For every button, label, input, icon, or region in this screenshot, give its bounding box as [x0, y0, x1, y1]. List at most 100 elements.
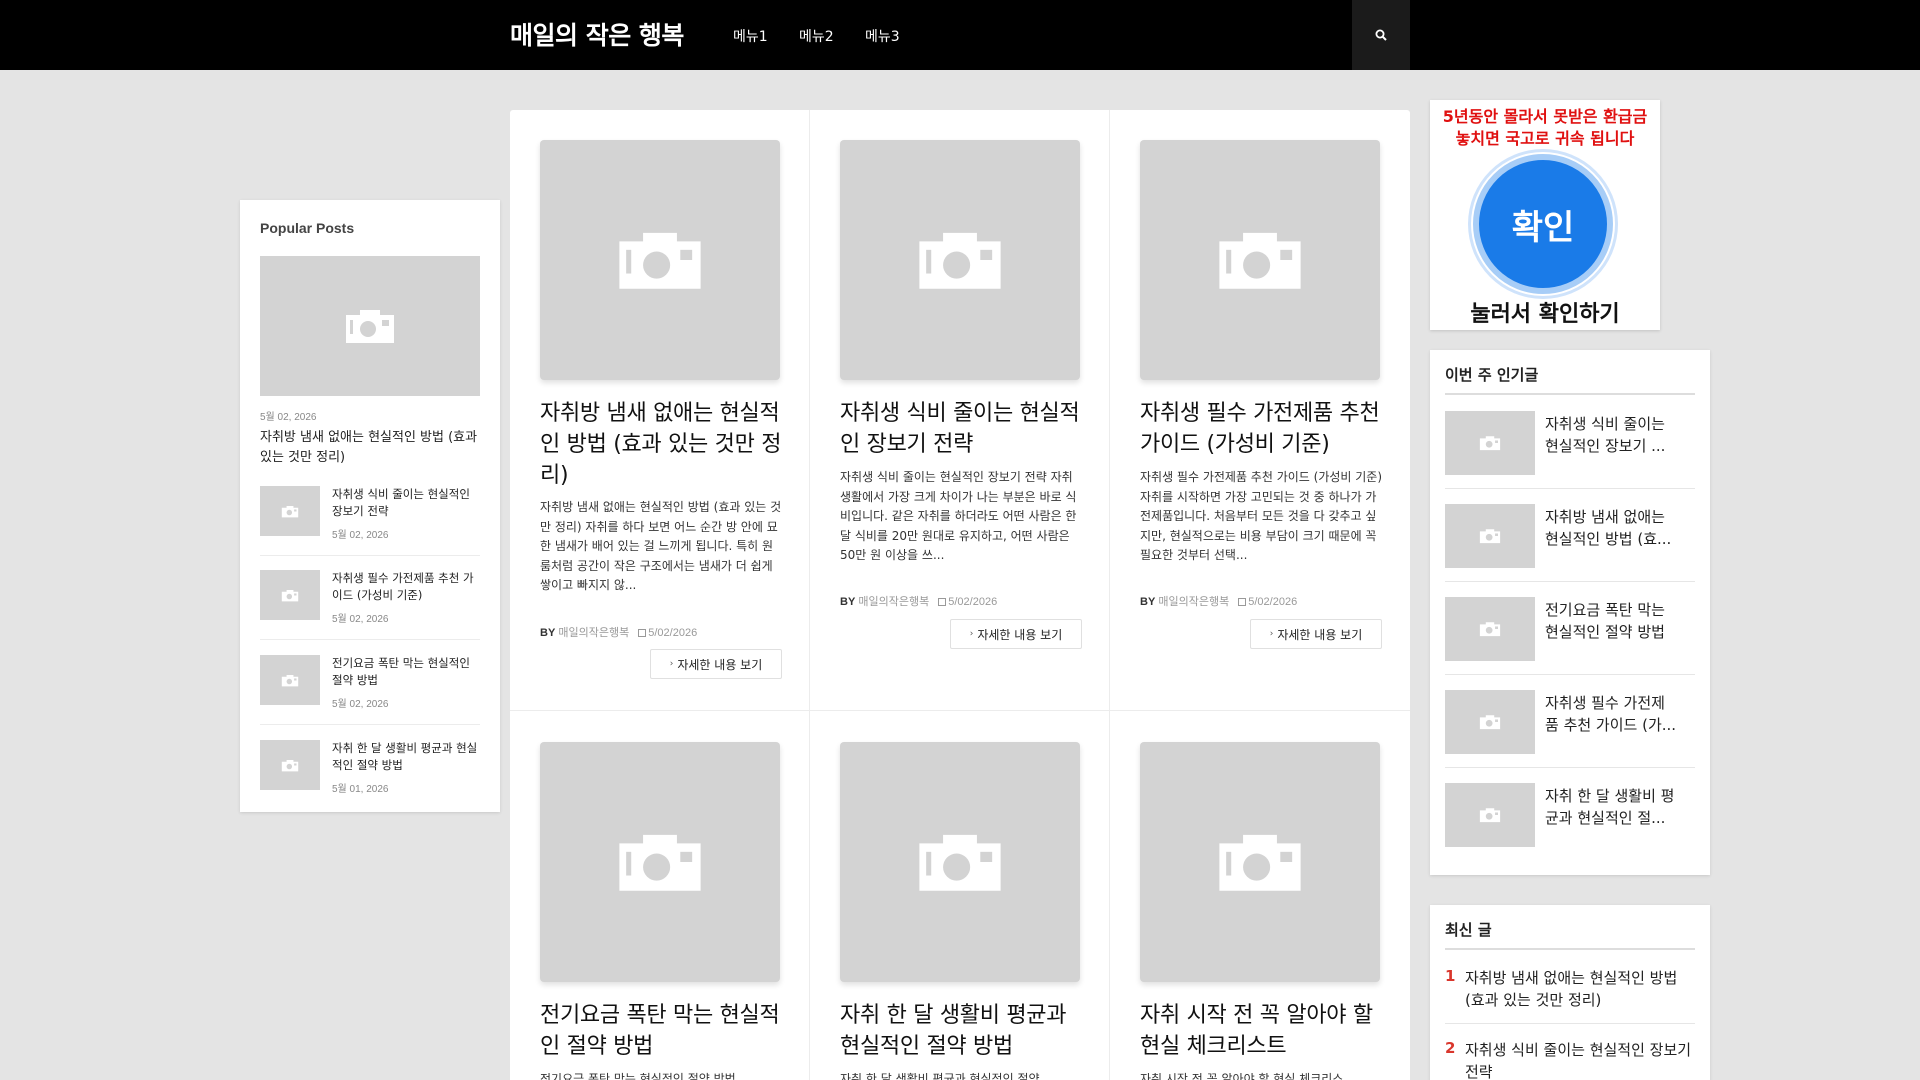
post-title[interactable]: 자취 시작 전 꼭 알아야 할 현실 체크리스트 [1140, 1000, 1382, 1062]
post-title[interactable]: 자취방 냄새 없애는 현실적인 방법 (효과 있는 것만 정리) [540, 398, 782, 491]
camera-icon [619, 834, 701, 891]
divider [510, 710, 1410, 711]
post-excerpt: 자취 한 달 생활비 평균과 현실적인 절약 [840, 1072, 1040, 1080]
post-title[interactable]: 자취 한 달 생활비 평균과 현실적인 절약 방법 [840, 1000, 1082, 1062]
featured-post-title[interactable]: 자취방 냄새 없애는 현실적인 방법 (효과 있는 것만 정리) [260, 428, 484, 468]
camera-icon [1219, 834, 1301, 891]
camera-icon [1479, 622, 1501, 637]
calendar-icon [638, 629, 647, 637]
chevron-right-icon: › [669, 659, 674, 669]
post-date: 5월 02, 2026 [332, 614, 389, 625]
post-author[interactable]: 매일의작은행복 [1158, 596, 1229, 608]
popular-posts-widget: Popular Posts 5월 02, 2026 자취방 냄새 없애는 현실적… [240, 200, 500, 812]
post-title[interactable]: 자취방 냄새 없애는 현실적인 방법 (효과 있는 것만 정리) [1465, 967, 1695, 1011]
post-title[interactable]: 자취 한 달 생활비 평균과 현실적인 절약 방법 [332, 740, 482, 774]
post-date: 5/02/2026 [948, 596, 998, 608]
divider [1445, 948, 1695, 950]
list-item[interactable]: 자취생 필수 가전제품 추천 가이드 (가성비 기준) 5월 02, 2026 [260, 570, 480, 634]
ad-banner[interactable]: 5년동안 몰라서 못받은 환급금 놓치면 국고로 귀속 됩니다 확인 눌러서 확… [1430, 100, 1660, 330]
camera-icon [346, 310, 394, 343]
post-title[interactable]: 전기요금 폭탄 막는 현실적인 절약 방법 [332, 655, 482, 689]
widget-title: Popular Posts [260, 220, 355, 236]
read-more-button[interactable]: › 자세한 내용 보기 [1250, 619, 1382, 649]
post-title[interactable]: 자취생 식비 줄이는 현실적인 장보기 전략 [1465, 1039, 1695, 1080]
featured-post-thumbnail[interactable] [260, 256, 480, 396]
post-thumbnail[interactable] [1445, 783, 1535, 847]
chevron-right-icon: › [969, 629, 974, 639]
ad-subheadline: 놓치면 국고로 귀속 됩니다 [1455, 129, 1635, 148]
post-thumbnail[interactable] [1140, 742, 1380, 982]
post-thumbnail[interactable] [840, 742, 1080, 982]
menu-item-3[interactable]: 메뉴3 [865, 26, 900, 46]
divider [1109, 110, 1110, 1080]
ad-headline: 5년동안 몰라서 못받은 환급금 [1442, 107, 1648, 126]
post-title[interactable]: 전기요금 폭탄 막는 현실적인 절약 방법 [540, 1000, 782, 1062]
by-label: BY [840, 596, 856, 608]
post-title[interactable]: 자취 한 달 생활비 평 균과 현실적인 절... [1545, 785, 1695, 829]
camera-icon [1479, 715, 1501, 730]
ad-cta: 눌러서 확인하기 [1470, 302, 1620, 327]
read-more-button[interactable]: › 자세한 내용 보기 [950, 619, 1082, 649]
list-item[interactable]: 자취 한 달 생활비 평균과 현실적인 절약 방법 5월 01, 2026 [260, 740, 480, 804]
list-item[interactable]: 자취생 식비 줄이는 현실적인 장보기 ... [1445, 411, 1695, 491]
post-thumbnail[interactable] [1140, 140, 1380, 380]
post-excerpt: 자취생 식비 줄이는 현실적인 장보기 전략 자취 생활에서 가장 크게 차이가… [840, 470, 1077, 562]
calendar-icon [1238, 598, 1247, 606]
ad-confirm-button[interactable]: 확인 [1473, 154, 1613, 294]
post-thumbnail[interactable] [1445, 597, 1535, 661]
post-date: 5/02/2026 [648, 627, 698, 639]
site-title[interactable]: 매일의 작은 행복 [510, 16, 684, 52]
post-title[interactable]: 자취생 식비 줄이는 현실적인 장보기 전략 [332, 486, 482, 520]
post-thumbnail[interactable] [260, 740, 320, 790]
list-item[interactable]: 전기요금 폭탄 막는 현실적인 절약 방법 [1445, 597, 1695, 677]
post-thumbnail[interactable] [1445, 690, 1535, 754]
list-item[interactable]: 자취방 냄새 없애는 현실적인 방법 (효... [1445, 504, 1695, 584]
search-button[interactable] [1352, 0, 1410, 70]
camera-icon [619, 232, 701, 289]
latest-posts-widget: 최신 글 1 자취방 냄새 없애는 현실적인 방법 (효과 있는 것만 정리) … [1430, 905, 1710, 1080]
post-date: 5/02/2026 [1248, 596, 1298, 608]
list-item[interactable]: 전기요금 폭탄 막는 현실적인 절약 방법 5월 02, 2026 [260, 655, 480, 719]
post-title[interactable]: 자취생 식비 줄이는 현실적인 장보기 전략 [840, 398, 1082, 460]
camera-icon [919, 834, 1001, 891]
post-meta: BY 매일의작은행복 5/02/2026 [540, 624, 782, 640]
post-thumbnail[interactable] [840, 140, 1080, 380]
popular-week-widget: 이번 주 인기글 자취생 식비 줄이는 현실적인 장보기 ... 자취방 냄새 없… [1430, 350, 1710, 875]
list-item[interactable]: 자취생 식비 줄이는 현실적인 장보기 전략 5월 02, 2026 [260, 486, 480, 550]
post-title[interactable]: 자취방 냄새 없애는 현실적인 방법 (효... [1545, 506, 1695, 550]
post-title[interactable]: 자취생 필수 가전제품 추천 가이드 (가성비 기준) [1140, 398, 1382, 460]
camera-icon [1479, 529, 1501, 544]
post-thumbnail[interactable] [540, 742, 780, 982]
post-thumbnail[interactable] [1445, 411, 1535, 475]
post-title[interactable]: 자취생 필수 가전제품 추천 가이드 (가성비 기준) [332, 570, 482, 604]
by-label: BY [540, 627, 556, 639]
read-more-button[interactable]: › 자세한 내용 보기 [650, 649, 782, 679]
post-author[interactable]: 매일의작은행복 [858, 596, 929, 608]
divider [260, 724, 480, 725]
post-date: 5월 02, 2026 [332, 530, 389, 541]
list-item[interactable]: 자취생 필수 가전제 품 추천 가이드 (가... [1445, 690, 1695, 770]
divider [1445, 581, 1695, 582]
post-title[interactable]: 자취생 식비 줄이는 현실적인 장보기 ... [1545, 413, 1695, 457]
post-thumbnail[interactable] [260, 655, 320, 705]
post-author[interactable]: 매일의작은행복 [558, 627, 629, 639]
post-date: 5월 01, 2026 [332, 784, 389, 795]
post-thumbnail[interactable] [260, 486, 320, 536]
post-thumbnail[interactable] [1445, 504, 1535, 568]
post-title[interactable]: 자취생 필수 가전제 품 추천 가이드 (가... [1545, 692, 1695, 736]
post-title[interactable]: 전기요금 폭탄 막는 현실적인 절약 방법 [1545, 599, 1695, 643]
post-excerpt: 전기요금 폭탄 막는 현실적인 절약 방법 [540, 1072, 736, 1080]
post-thumbnail[interactable] [540, 140, 780, 380]
divider [809, 110, 810, 1080]
post-excerpt: 자취생 필수 가전제품 추천 가이드 (가성비 기준) 자취를 시작하면 가장 … [1140, 470, 1383, 562]
post-date: 5월 02, 2026 [332, 699, 389, 710]
post-thumbnail[interactable] [260, 570, 320, 620]
widget-title: 이번 주 인기글 [1445, 366, 1539, 384]
read-more-label: 자세한 내용 보기 [677, 657, 763, 672]
menu-item-2[interactable]: 메뉴2 [799, 26, 834, 46]
list-item[interactable]: 자취 한 달 생활비 평 균과 현실적인 절... [1445, 783, 1695, 863]
divider [1445, 674, 1695, 675]
search-icon [1375, 29, 1387, 41]
menu-item-1[interactable]: 메뉴1 [733, 26, 768, 46]
camera-icon [281, 505, 299, 517]
